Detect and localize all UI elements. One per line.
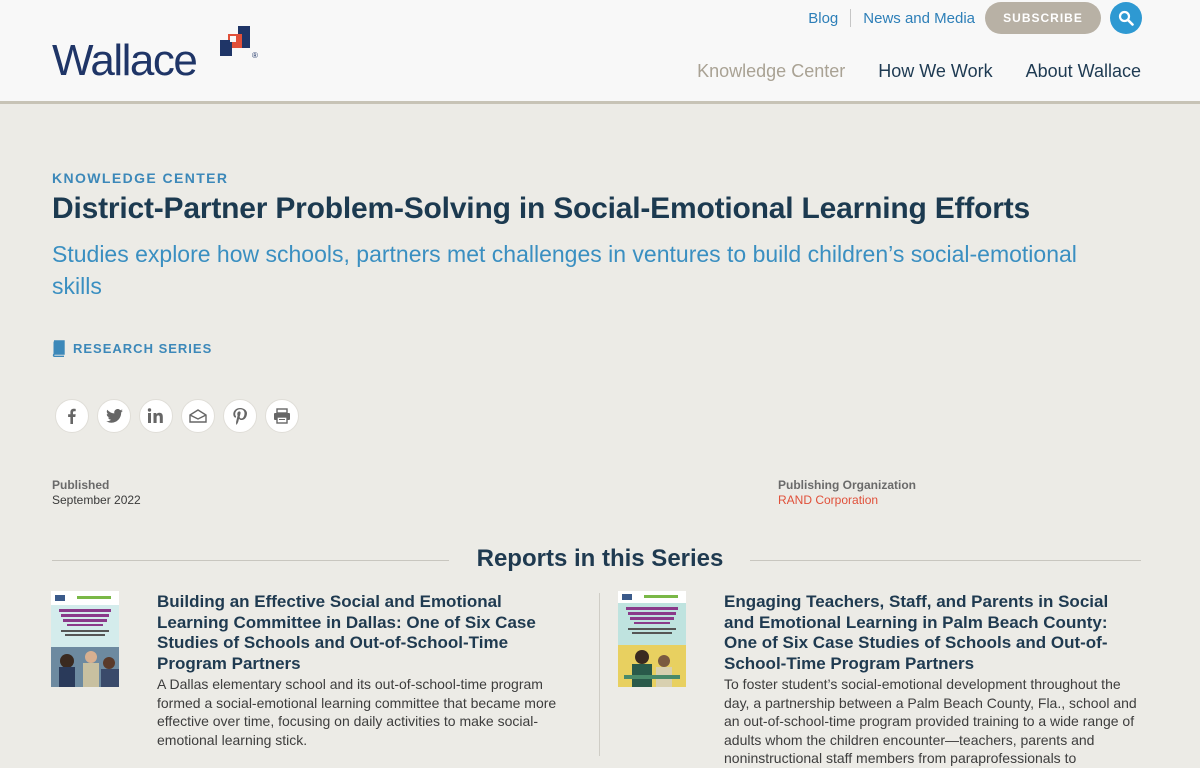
share-twitter-button[interactable] [97,399,131,433]
print-button[interactable] [265,399,299,433]
share-email-button[interactable] [181,399,215,433]
site-header: Wallace ® Blog News and Media SUBSCRIBE … [0,0,1200,104]
facebook-icon [68,408,76,424]
research-series-label: RESEARCH SERIES [73,341,213,356]
subscribe-button[interactable]: SUBSCRIBE [985,2,1101,34]
page-kicker[interactable]: KNOWLEDGE CENTER [52,170,228,186]
publishing-org-label: Publishing Organization [778,478,916,492]
published-date: September 2022 [52,493,141,507]
main-nav: Knowledge Center How We Work About Walla… [697,61,1141,82]
report-cover-art [51,591,119,687]
page-subtitle: Studies explore how schools, partners me… [52,241,1077,299]
share-facebook-button[interactable] [55,399,89,433]
search-icon [1118,10,1134,26]
logo-wordmark: Wallace [52,36,198,85]
news-and-media-link[interactable]: News and Media [863,10,975,27]
publishing-org-link[interactable]: RAND Corporation [778,493,916,508]
email-icon [189,409,207,423]
published-label: Published [52,478,110,492]
report-cover-image[interactable] [618,591,686,687]
report-description: To foster student’s social-emotional dev… [724,676,1137,766]
publishing-org-meta: Publishing Organization RAND Corporation [778,478,916,508]
twitter-icon [105,409,123,423]
published-meta: Published September 2022 [52,478,141,508]
reports-heading: Reports in this Series [476,545,724,572]
report-description: A Dallas elementary school and its out-o… [157,676,557,748]
nav-about-wallace[interactable]: About Wallace [1026,61,1141,82]
divider [599,593,600,756]
search-button[interactable] [1110,2,1142,34]
linkedin-icon [147,408,163,423]
share-linkedin-button[interactable] [139,399,173,433]
print-icon [274,408,290,424]
share-pinterest-button[interactable] [223,399,257,433]
wallace-logo[interactable]: Wallace ® [52,26,262,84]
nav-knowledge-center[interactable]: Knowledge Center [697,61,845,82]
book-icon [52,340,65,357]
utility-nav: Blog News and Media SUBSCRIBE [808,2,1142,34]
share-bar [55,399,299,433]
report-title-link[interactable]: Building an Effective Social and Emotion… [157,592,557,674]
logo-mark-icon [220,26,250,56]
research-series-tag[interactable]: RESEARCH SERIES [52,340,212,357]
report-title-link[interactable]: Engaging Teachers, Staff, and Parents in… [724,592,1134,674]
divider [850,9,852,27]
pinterest-icon [233,407,247,425]
nav-how-we-work[interactable]: How We Work [878,61,992,82]
report-cover-image[interactable] [51,591,119,687]
blog-link[interactable]: Blog [808,10,838,27]
report-cover-art [618,591,686,687]
registered-mark: ® [252,51,258,60]
page-title: District-Partner Problem-Solving in Soci… [52,192,1031,225]
